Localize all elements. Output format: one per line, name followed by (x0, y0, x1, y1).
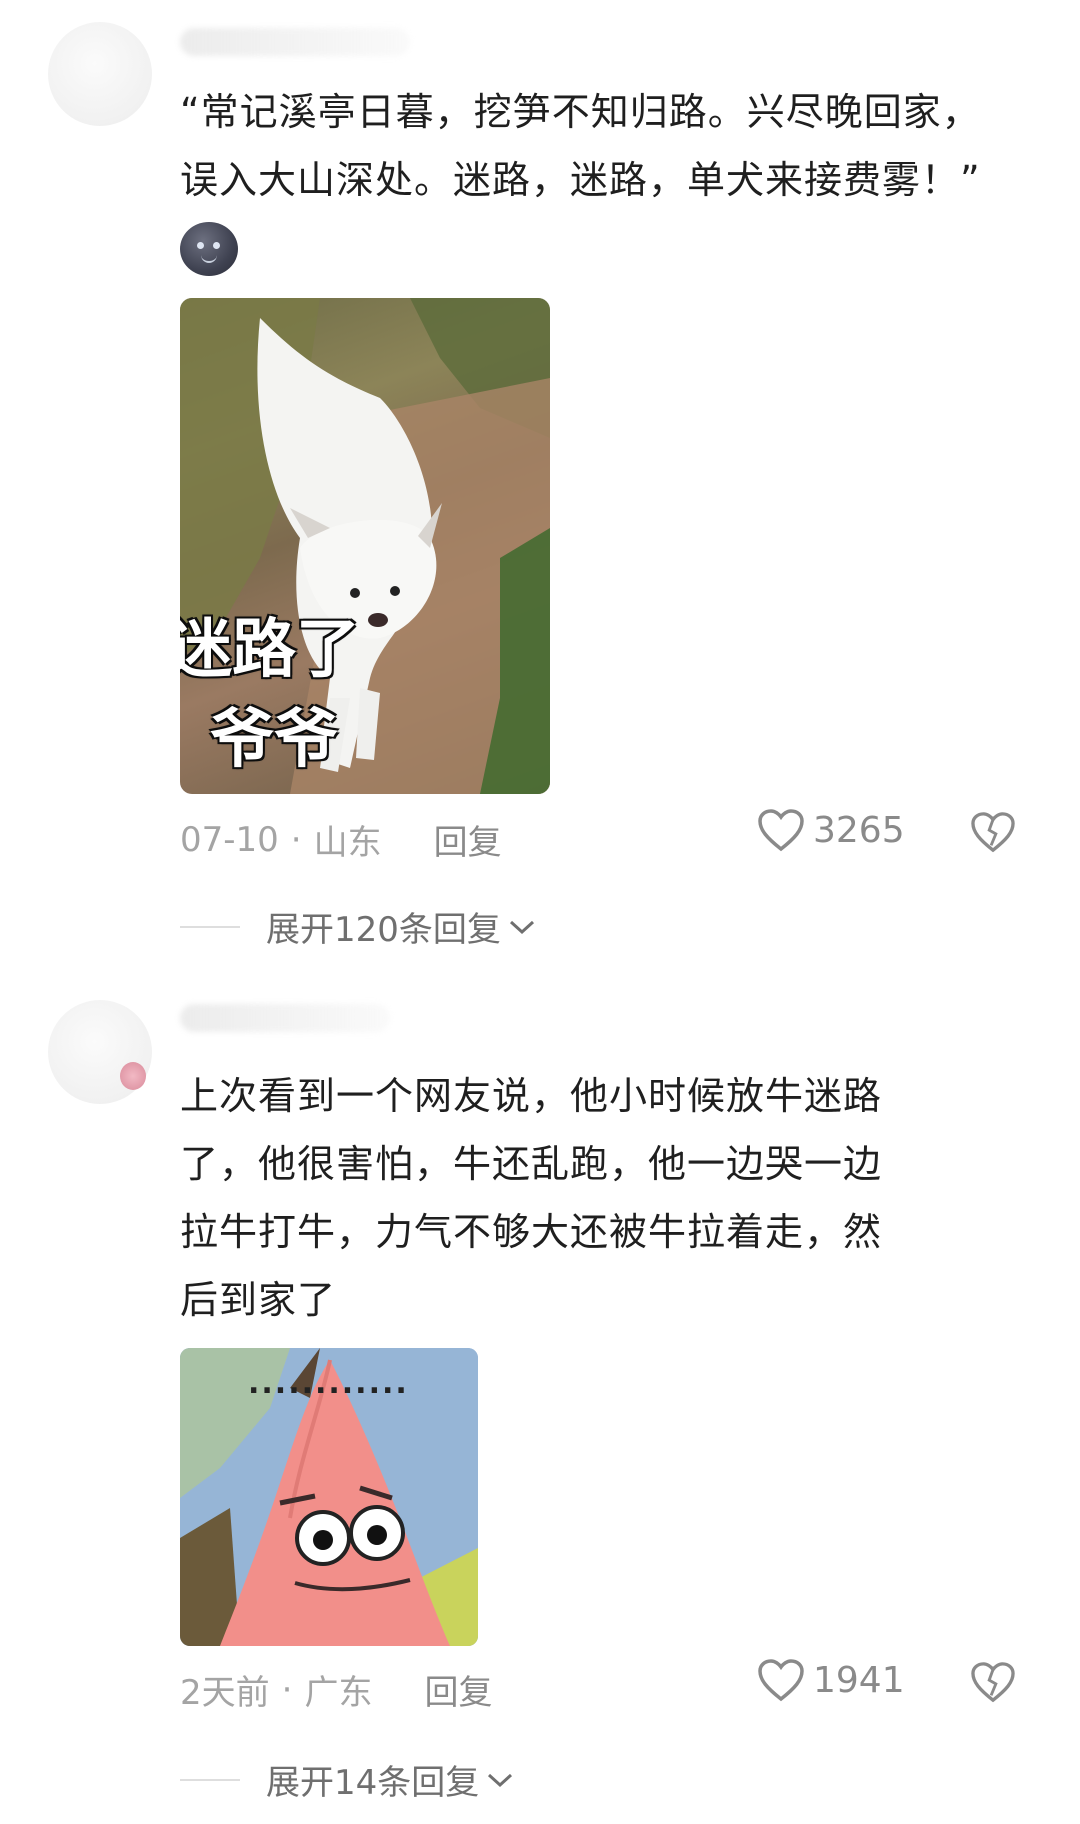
divider-line (180, 925, 240, 928)
like-count: 1941 (813, 1659, 905, 1701)
broken-heart-icon (971, 812, 1015, 853)
moon-face-emoji-icon (180, 222, 238, 276)
chevron-down-icon (488, 1773, 513, 1787)
reply-button[interactable]: 回复 (424, 1665, 492, 1714)
like-button[interactable]: 1941 (757, 1658, 905, 1702)
comment-text: “常记溪亭日暮，挖笋不知归路。兴尽晚回家， 误入大山深处。迷路，迷路，单犬来接费… (180, 78, 981, 214)
comment-meta: 2天前 · 广东 回复 (180, 1665, 492, 1714)
comment-line: 上次看到一个网友说，他小时候放牛迷路 (180, 1074, 883, 1118)
expand-replies-button[interactable]: 展开120条回复 (180, 902, 537, 951)
comment-image-dog[interactable]: 迷路了 爷爷 (180, 298, 550, 794)
comment-line: 误入大山深处。迷路，迷路，单犬来接费雾！” (180, 158, 981, 202)
avatar[interactable] (48, 22, 152, 126)
comment-text: 上次看到一个网友说，他小时候放牛迷路 了，他很害怕，牛还乱跑，他一边哭一边 拉牛… (180, 1062, 882, 1334)
heart-outline-icon (758, 1659, 804, 1702)
expand-replies-button[interactable]: 展开14条回复 (180, 1755, 515, 1804)
heart-outline-icon (758, 809, 804, 852)
image-caption-line1: 迷路了 (180, 613, 360, 687)
comment-line: 拉牛打牛，力气不够大还被牛拉着走，然 (180, 1210, 883, 1254)
dislike-button[interactable] (970, 1661, 1016, 1707)
comment-date: 2天前 (180, 1673, 270, 1713)
broken-heart-icon (971, 1662, 1015, 1703)
like-button[interactable]: 3265 (757, 808, 905, 852)
expand-replies-label: 展开14条回复 (266, 1763, 480, 1803)
comment-line: “常记溪亭日暮，挖笋不知归路。兴尽晚回家， (180, 90, 981, 134)
comment-image-starfish[interactable]: ............ (180, 1348, 478, 1646)
comment-date: 07-10 (180, 819, 279, 860)
comment-line: 后到家了 (180, 1278, 337, 1322)
like-count: 3265 (813, 809, 905, 851)
reply-button[interactable]: 回复 (434, 815, 502, 864)
dislike-button[interactable] (970, 811, 1016, 857)
meta-separator: · (290, 819, 302, 860)
username-blurred[interactable] (180, 1004, 390, 1032)
image-caption-line2: 爷爷 (210, 703, 338, 777)
comment-location: 广东 (304, 1673, 373, 1713)
image-dots: ............ (248, 1366, 409, 1401)
expand-replies-label: 展开120条回复 (266, 910, 501, 950)
comment-meta: 07-10 · 山东 回复 (180, 815, 502, 864)
chevron-down-icon (509, 920, 534, 934)
avatar[interactable] (48, 1000, 152, 1104)
comment-location: 山东 (313, 823, 382, 863)
username-blurred[interactable] (180, 28, 410, 56)
comment-line: 了，他很害怕，牛还乱跑，他一边哭一边 (180, 1142, 883, 1186)
meta-separator: · (281, 1669, 293, 1710)
divider-line (180, 1778, 240, 1781)
